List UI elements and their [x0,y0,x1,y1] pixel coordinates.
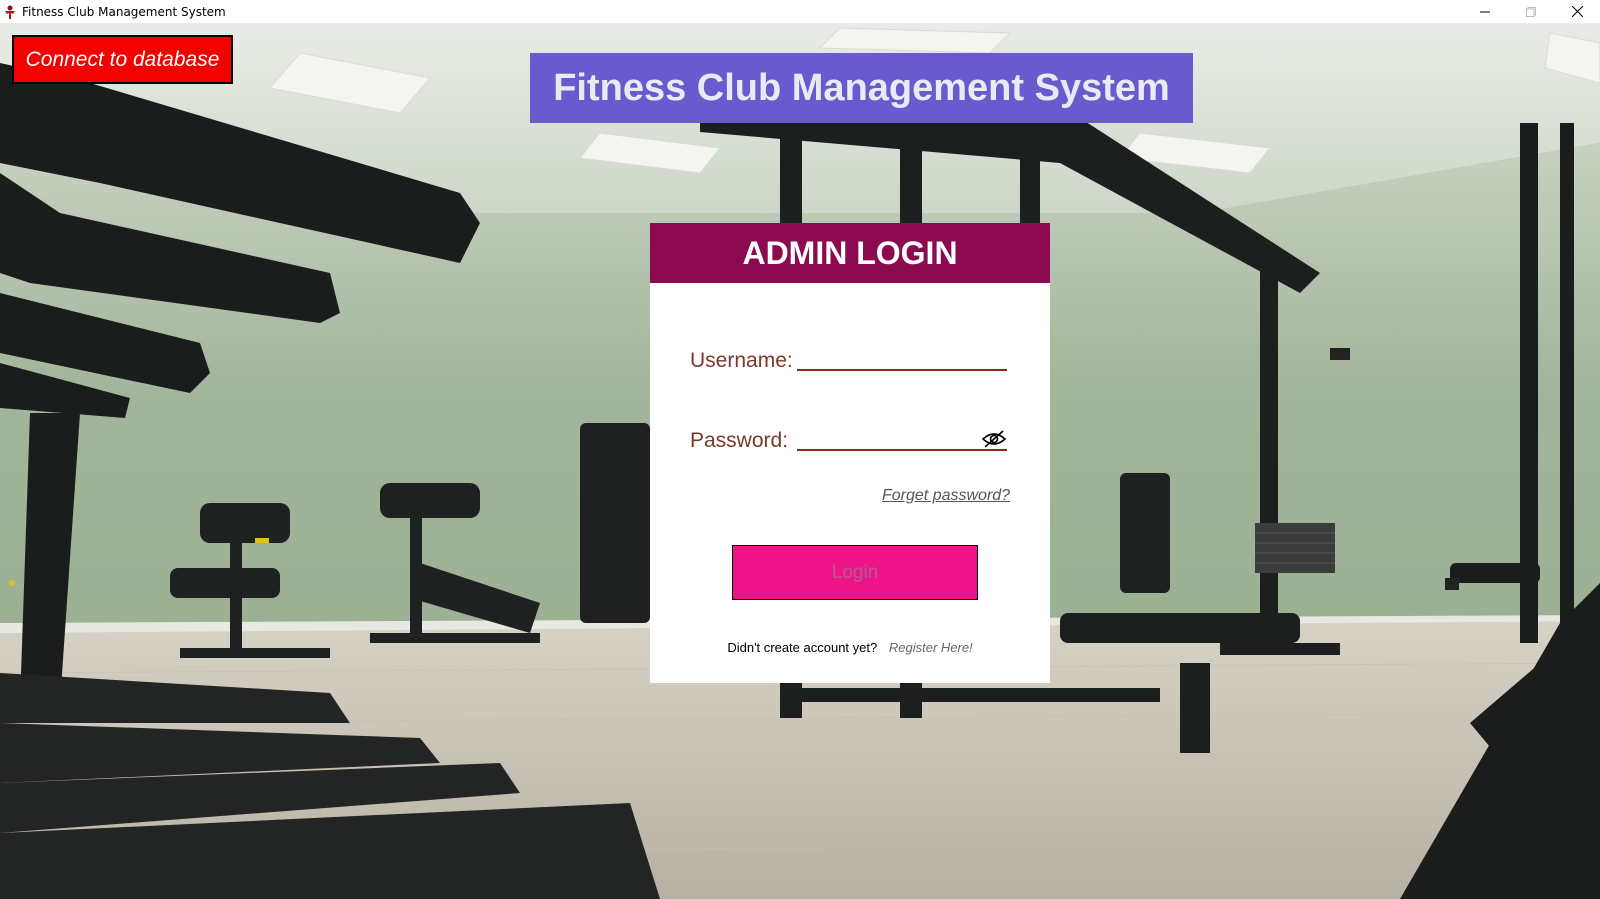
forget-password-link[interactable]: Forget password? [882,487,1010,505]
connect-database-button[interactable]: Connect to database [12,35,233,84]
window-controls [1462,0,1600,23]
password-field-container [797,425,1007,451]
login-panel: ADMIN LOGIN Username: Password: Forget p… [650,223,1050,683]
username-input[interactable] [797,345,1007,369]
register-link[interactable]: Register Here! [889,640,973,655]
window-titlebar: Fitness Club Management System [0,0,1600,23]
eye-slash-icon[interactable] [981,429,1007,449]
close-icon[interactable] [1554,0,1600,23]
app-logo-icon [2,4,18,20]
window-title: Fitness Club Management System [22,4,226,19]
register-row: Didn't create account yet? Register Here… [650,640,1050,655]
maximize-icon[interactable] [1508,0,1554,23]
password-input[interactable] [797,425,977,449]
username-field-container [797,345,1007,371]
app-title-banner: Fitness Club Management System [530,53,1193,123]
login-header: ADMIN LOGIN [650,223,1050,283]
register-prompt-text: Didn't create account yet? [727,640,878,655]
username-label: Username: [690,349,793,372]
login-button[interactable]: Login [732,545,978,600]
minimize-icon[interactable] [1462,0,1508,23]
password-label: Password: [690,429,789,452]
